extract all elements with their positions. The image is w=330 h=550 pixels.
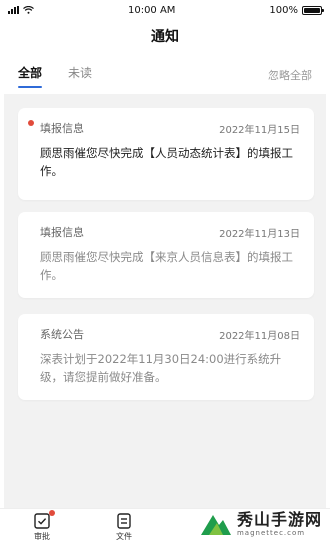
card-header: 填报信息 2022年11月15日 <box>40 120 300 136</box>
notification-type: 填报信息 <box>40 122 84 135</box>
notification-date: 2022年11月13日 <box>219 228 300 240</box>
battery-icon <box>302 5 324 15</box>
watermark-subtitle: magnettec.com <box>236 528 306 537</box>
nav-label: 文件 <box>116 532 132 541</box>
notification-list: 填报信息 2022年11月15日 顾思雨催您尽快完成【人员动态统计表】的填报工作… <box>4 94 326 508</box>
notification-date: 2022年11月08日 <box>219 330 300 342</box>
card-header: 系统公告 2022年11月08日 <box>40 326 300 342</box>
notification-date: 2022年11月15日 <box>219 124 300 136</box>
notification-card[interactable]: 填报信息 2022年11月15日 顾思雨催您尽快完成【人员动态统计表】的填报工作… <box>18 108 314 200</box>
tab-unread[interactable]: 未读 <box>68 60 92 90</box>
nav-label: 审批 <box>34 532 50 541</box>
watermark-title: 秀山手游网 <box>236 509 322 529</box>
status-time: 10:00 AM <box>127 4 176 16</box>
ignore-all-button[interactable]: 忽略全部 <box>268 67 312 83</box>
card-header: 填报信息 2022年11月13日 <box>40 224 300 240</box>
status-right: 100% <box>269 4 324 16</box>
tab-all[interactable]: 全部 <box>18 60 43 90</box>
nav-item-approval[interactable]: 审批 <box>22 510 62 542</box>
status-left <box>8 6 34 14</box>
badge-dot <box>49 510 55 516</box>
status-bar: 10:00 AM 100% <box>0 0 330 20</box>
signal-icon <box>8 6 19 14</box>
notification-text: 顾思雨催您尽快完成【人员动态统计表】的填报工作。 <box>40 146 293 178</box>
notification-type: 填报信息 <box>40 226 84 239</box>
notification-card[interactable]: 填报信息 2022年11月13日 顾思雨催您尽快完成【来京人员信息表】的填报工作… <box>18 212 314 298</box>
unread-dot <box>28 120 34 126</box>
tab-bar: 全部 未读 忽略全部 <box>0 60 330 90</box>
file-icon <box>116 513 132 529</box>
watermark-logo-icon <box>200 515 231 535</box>
notification-card[interactable]: 系统公告 2022年11月08日 深表计划于2022年11月30日24:00进行… <box>18 314 314 400</box>
notification-text: 深表计划于2022年11月30日24:00进行系统升级，请您提前做好准备。 <box>40 352 282 384</box>
wifi-icon <box>23 6 34 14</box>
notification-type: 系统公告 <box>40 328 84 341</box>
battery-percent: 100% <box>269 4 298 16</box>
nav-item-file[interactable]: 文件 <box>104 513 144 542</box>
page-title: 通知 <box>151 29 179 45</box>
approval-icon <box>34 510 55 529</box>
notification-text: 顾思雨催您尽快完成【来京人员信息表】的填报工作。 <box>40 250 293 282</box>
watermark: 秀山手游网 magnettec.com <box>199 511 322 537</box>
watermark-text: 秀山手游网 magnettec.com <box>236 509 322 537</box>
